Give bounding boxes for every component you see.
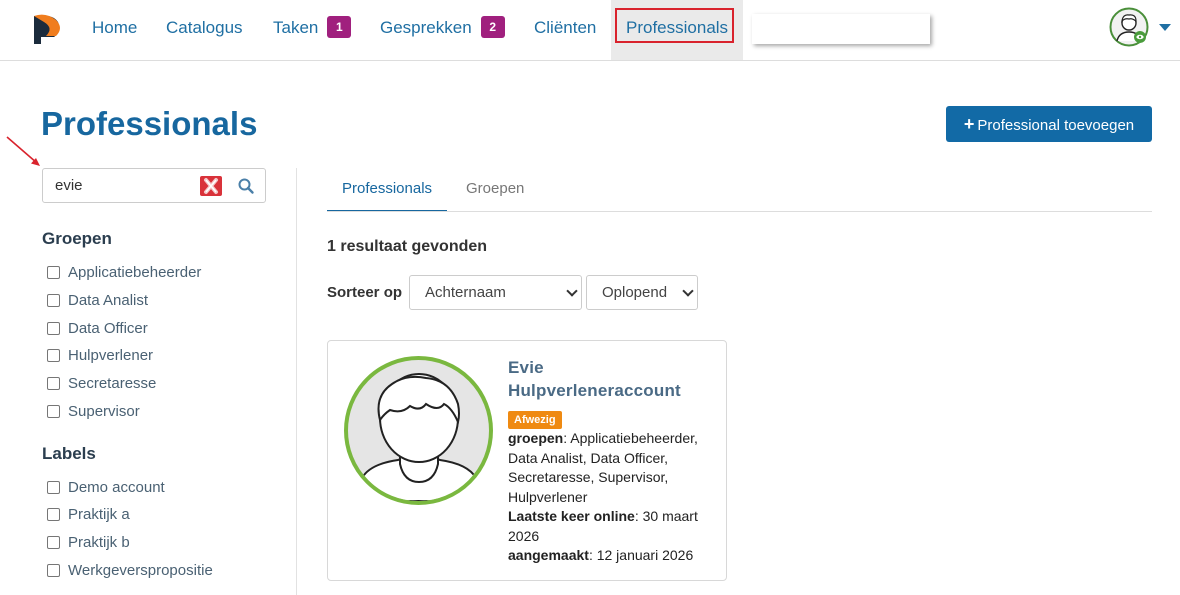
nav-gesprekken[interactable]: Gesprekken 2 bbox=[380, 0, 505, 60]
top-navigation: Home Catalogus Taken 1 Gesprekken 2 Cliënt… bbox=[0, 0, 1180, 61]
labels-filter-title: Labels bbox=[42, 444, 96, 463]
sort-order-select[interactable]: Oplopend bbox=[586, 275, 698, 310]
filter-label: Supervisor bbox=[68, 402, 140, 420]
created-value: : 12 januari 2026 bbox=[588, 547, 694, 563]
checkbox[interactable] bbox=[47, 348, 60, 362]
checkbox[interactable] bbox=[47, 563, 60, 577]
search-icon bbox=[238, 178, 254, 194]
sort-field-select[interactable]: Achternaam bbox=[409, 275, 582, 310]
filter-group-secretaresse[interactable]: Secretaresse bbox=[47, 373, 156, 393]
groups-filter-title: Groepen bbox=[42, 229, 112, 248]
nav-clienten[interactable]: Cliënten bbox=[534, 0, 596, 60]
checkbox[interactable] bbox=[47, 507, 60, 521]
filter-label: Hulpverlener bbox=[68, 346, 154, 364]
filter-label: Praktijk b bbox=[68, 533, 130, 551]
nav-professionals-label: Professionals bbox=[626, 18, 729, 37]
tab-professionals[interactable]: Professionals bbox=[327, 168, 448, 212]
filter-label: Secretaresse bbox=[68, 374, 157, 392]
annotation-arrow-icon bbox=[6, 136, 40, 166]
nav-catalogus-label: Catalogus bbox=[166, 18, 243, 37]
checkbox[interactable] bbox=[47, 293, 60, 307]
add-professional-label: Professional toevoegen bbox=[977, 117, 1135, 134]
filter-label-praktijk-b[interactable]: Praktijk b bbox=[47, 532, 130, 552]
filter-label-praktijk-a[interactable]: Praktijk a bbox=[47, 504, 130, 524]
nav-professionals[interactable]: Professionals bbox=[611, 0, 743, 60]
status-badge: Afwezig bbox=[508, 411, 562, 429]
filter-group-supervisor[interactable]: Supervisor bbox=[47, 401, 140, 421]
groups-label: groepen bbox=[508, 430, 564, 446]
checkbox[interactable] bbox=[47, 376, 60, 390]
nav-catalogus[interactable]: Catalogus bbox=[166, 0, 243, 60]
taken-count-badge: 1 bbox=[327, 16, 352, 38]
last-online-label: Laatste keer online bbox=[508, 508, 635, 524]
filter-group-applicatiebeheerder[interactable]: Applicatiebeheerder bbox=[47, 262, 201, 282]
professional-search-field bbox=[42, 168, 266, 203]
tabs-divider bbox=[327, 211, 1152, 212]
checkbox[interactable] bbox=[47, 265, 60, 279]
add-professional-button[interactable]: + Professional toevoegen bbox=[946, 106, 1152, 142]
checkbox[interactable] bbox=[47, 480, 60, 494]
checkbox[interactable] bbox=[47, 321, 60, 335]
filter-label: Demo account bbox=[68, 478, 165, 496]
sort-label: Sorteer op bbox=[327, 284, 403, 301]
user-menu[interactable] bbox=[1109, 7, 1171, 47]
page-title: Professionals bbox=[41, 105, 258, 142]
tab-groepen[interactable]: Groepen bbox=[451, 168, 539, 212]
filter-label: Werkgeverspropositie bbox=[68, 561, 213, 579]
filter-label: Data Officer bbox=[68, 319, 148, 337]
avatar bbox=[344, 356, 493, 505]
created-label: aangemaakt bbox=[508, 547, 589, 563]
chevron-down-icon bbox=[682, 285, 694, 297]
filter-label-werkgeverspropositie[interactable]: Werkgeverspropositie bbox=[47, 560, 213, 580]
nav-clienten-label: Cliënten bbox=[534, 18, 597, 37]
clear-search-button[interactable] bbox=[200, 176, 222, 196]
nav-taken-label: Taken bbox=[273, 18, 319, 37]
plus-icon: + bbox=[963, 114, 975, 134]
filter-group-hulpverlener[interactable]: Hulpverlener bbox=[47, 345, 153, 365]
gesprekken-count-badge: 2 bbox=[480, 16, 505, 38]
professional-details: groepen: Applicatiebeheerder, Data Anali… bbox=[508, 429, 718, 566]
chevron-down-icon bbox=[1159, 24, 1171, 31]
default-avatar-icon bbox=[356, 373, 482, 501]
filter-group-data-officer[interactable]: Data Officer bbox=[47, 318, 148, 338]
user-avatar-icon bbox=[1109, 7, 1149, 47]
search-input[interactable] bbox=[44, 170, 194, 201]
filter-label: Praktijk a bbox=[68, 505, 130, 523]
nav-home[interactable]: Home bbox=[92, 0, 137, 60]
nav-taken[interactable]: Taken 1 bbox=[273, 0, 352, 60]
professional-card[interactable]: Evie Hulpverleneraccount Afwezig groepen… bbox=[327, 340, 727, 581]
clear-icon bbox=[204, 178, 218, 194]
nav-home-label: Home bbox=[92, 18, 138, 37]
result-count: 1 resultaat gevonden bbox=[327, 238, 488, 255]
sidebar-divider bbox=[296, 168, 297, 595]
filter-group-data-analist[interactable]: Data Analist bbox=[47, 290, 148, 310]
chevron-down-icon bbox=[566, 285, 578, 297]
sort-field-value: Achternaam bbox=[425, 284, 506, 301]
search-button[interactable] bbox=[237, 177, 255, 195]
nav-gesprekken-label: Gesprekken bbox=[380, 18, 472, 37]
professional-name[interactable]: Evie Hulpverleneraccount bbox=[508, 356, 718, 402]
global-search-popup[interactable] bbox=[752, 14, 930, 44]
checkbox[interactable] bbox=[47, 404, 60, 418]
sort-order-value: Oplopend bbox=[602, 284, 668, 301]
app-logo[interactable] bbox=[26, 10, 64, 48]
checkbox[interactable] bbox=[47, 535, 60, 549]
filter-label: Data Analist bbox=[68, 291, 149, 309]
filter-label-demo-account[interactable]: Demo account bbox=[47, 477, 165, 497]
filter-label: Applicatiebeheerder bbox=[68, 263, 202, 281]
